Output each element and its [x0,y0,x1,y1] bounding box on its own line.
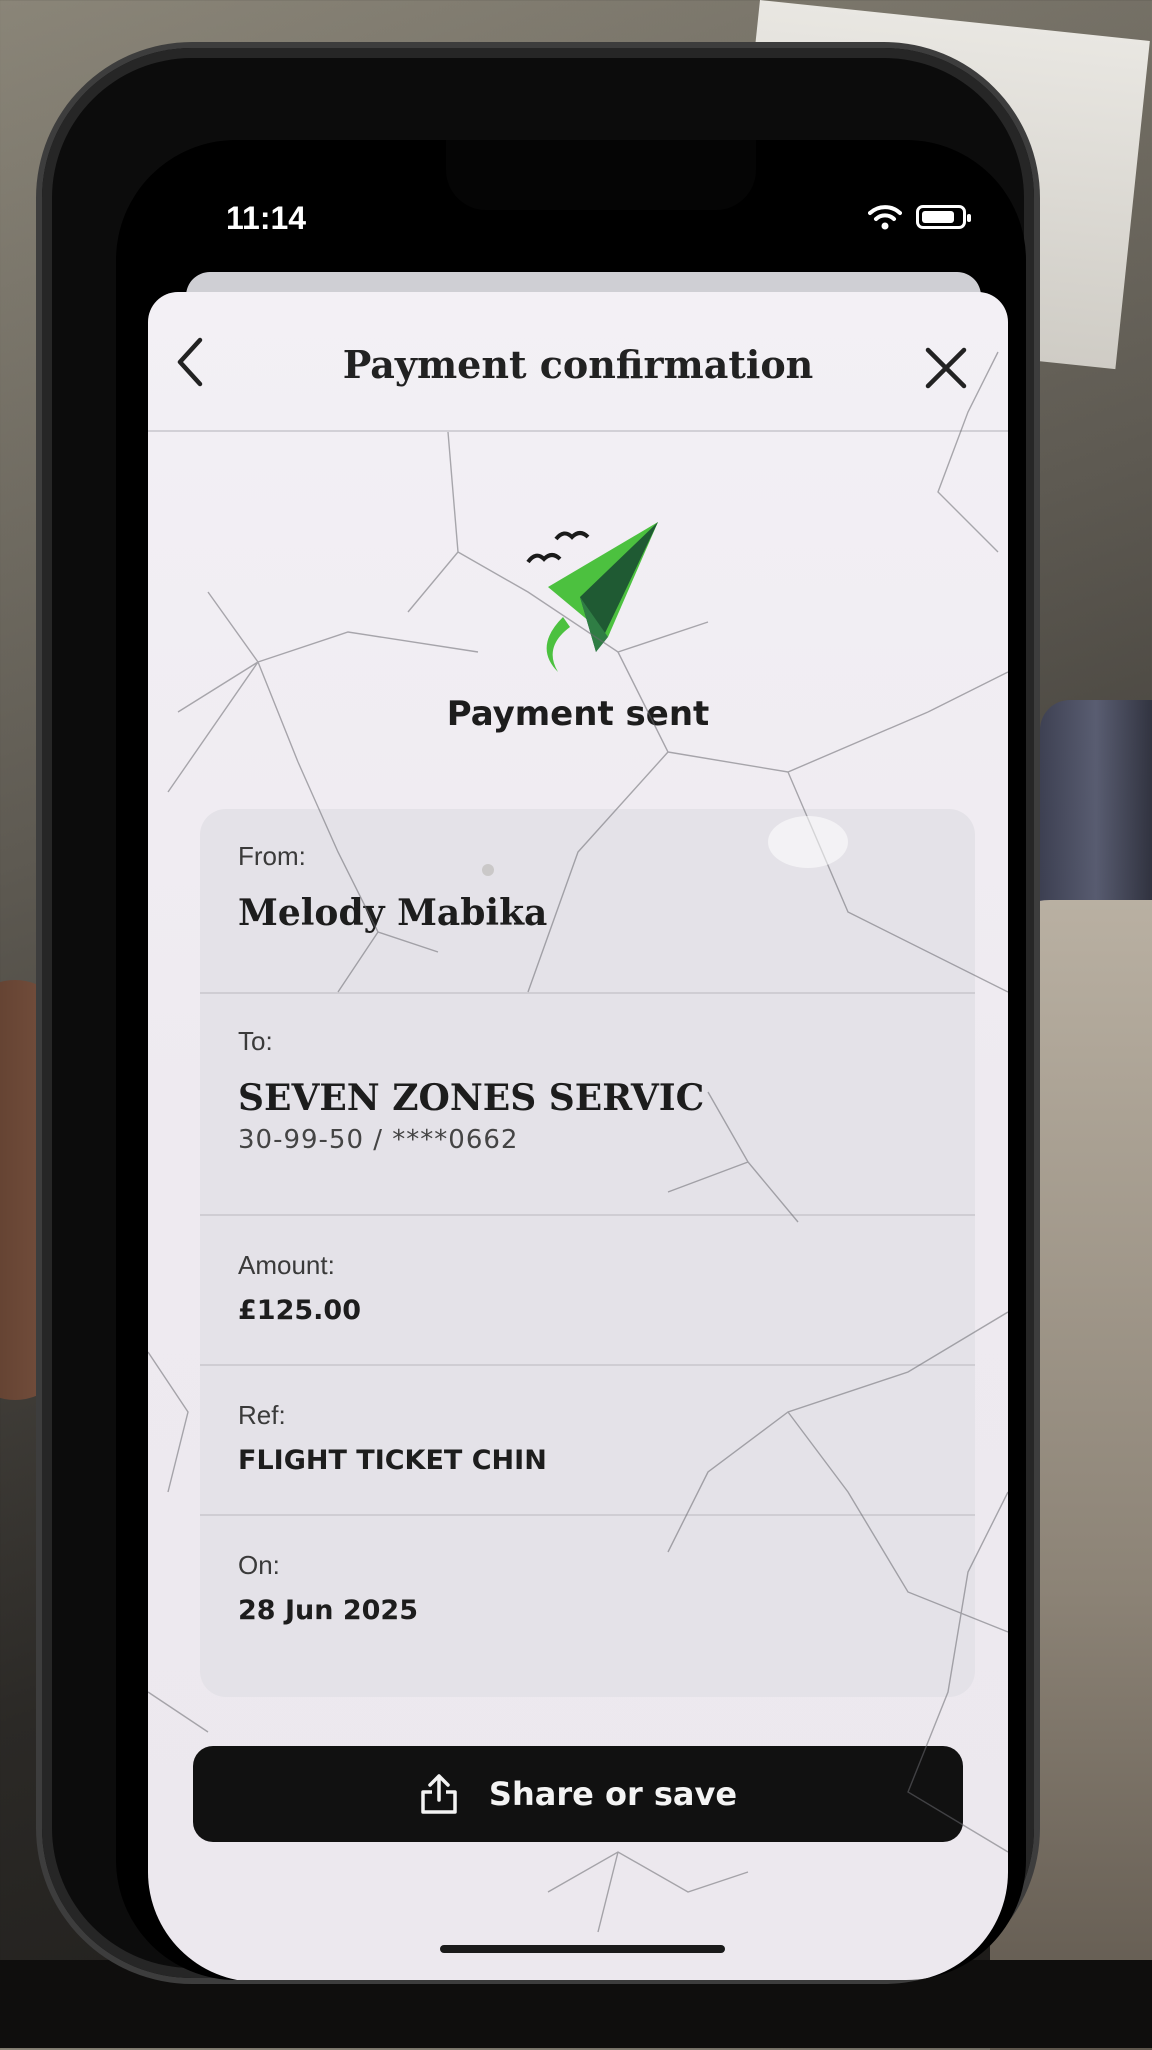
phone-screen: 11:14 Payment confirmation Payment sent … [116,140,1026,1980]
from-value: Melody Mabika [238,892,548,934]
amount-value: £125.00 [238,1295,361,1326]
detail-row-from: From: Melody Mabika [200,809,975,994]
battery-fill [922,211,955,223]
home-indicator[interactable] [440,1945,725,1953]
share-or-save-button[interactable]: Share or save [193,1746,963,1842]
payment-status-title: Payment sent [446,694,710,734]
status-time: 11:14 [226,200,307,236]
camera-notch [446,140,756,210]
ref-value: FLIGHT TICKET CHIN [238,1445,547,1476]
from-label: From: [238,841,306,871]
nav-bar: Payment confirmation [148,292,1008,432]
detail-row-to: To: SEVEN ZONES SERVIC 30-99-50 / ****06… [200,994,975,1216]
share-icon [421,1774,457,1814]
close-icon[interactable] [924,346,968,390]
to-label: To: [238,1026,273,1056]
amount-label: Amount: [238,1250,335,1280]
to-account: 30-99-50 / ****0662 [238,1125,519,1155]
detail-row-ref: Ref: FLIGHT TICKET CHIN [200,1366,975,1516]
ref-label: Ref: [238,1400,286,1430]
status-icons [868,204,971,230]
paper-plane-icon [526,522,658,672]
payment-confirmation-sheet: Payment confirmation Payment sent From: … [148,292,1008,1980]
detail-row-amount: Amount: £125.00 [200,1216,975,1366]
phone-device: 11:14 Payment confirmation Payment sent … [42,48,1034,1980]
wifi-icon [868,205,902,230]
battery-icon [916,205,971,229]
detail-row-date: On: 28 Jun 2025 [200,1516,975,1697]
share-or-save-label: Share or save [488,1775,738,1813]
date-value: 28 Jun 2025 [238,1595,419,1626]
date-label: On: [238,1550,280,1580]
page-title: Payment confirmation [342,342,814,387]
to-value: SEVEN ZONES SERVIC [238,1077,705,1119]
payment-details-card: From: Melody Mabika To: SEVEN ZONES SERV… [200,809,975,1697]
